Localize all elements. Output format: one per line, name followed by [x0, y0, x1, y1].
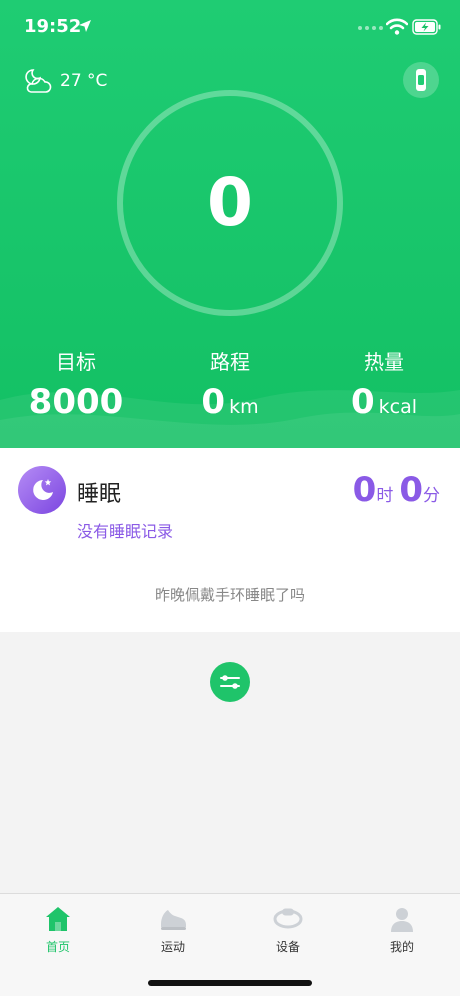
wifi-icon: [386, 18, 408, 35]
calories-unit: kcal: [378, 396, 418, 418]
sleep-duration: 0时 0分: [353, 470, 440, 510]
location-arrow-icon: [79, 20, 91, 32]
wristband-icon: [416, 69, 426, 91]
sleep-question: 昨晚佩戴手环睡眠了吗: [154, 586, 305, 604]
tab-device-label: 设备: [275, 940, 300, 954]
goal-label: 目标: [56, 350, 96, 374]
sleep-card[interactable]: 睡眠 0时 0分 没有睡眠记录 昨晚佩戴手环睡眠了吗: [0, 448, 460, 632]
sliders-icon: [220, 675, 240, 689]
status-bar: 19:52: [0, 0, 460, 56]
device-band-button[interactable]: [403, 62, 439, 98]
sleep-hours-unit: 时: [376, 486, 394, 506]
tab-home-label: 首页: [45, 940, 70, 954]
calories-label: 热量: [364, 350, 404, 374]
customize-cards-button[interactable]: [210, 662, 250, 702]
tab-home[interactable]: 首页: [18, 904, 98, 955]
sleep-minutes: 0: [399, 470, 423, 510]
person-icon: [391, 908, 413, 932]
weather-widget[interactable]: 27 °C: [22, 66, 107, 96]
step-count: 0: [207, 164, 253, 241]
home-icon: [46, 907, 70, 931]
cellular-signal-icon: [358, 26, 383, 30]
cloudy-night-icon: [25, 69, 52, 93]
activity-header: 19:52 27 °C 0 目标 8000 路程 0 km 热量 0 kcal: [0, 0, 460, 448]
moon-icon: [18, 466, 66, 514]
distance-value: 0: [201, 382, 226, 422]
tab-mine[interactable]: 我的: [362, 904, 442, 955]
wristband-icon: [273, 908, 303, 929]
home-indicator: [148, 980, 312, 986]
no-sleep-record: 没有睡眠记录: [77, 522, 174, 541]
sleep-title: 睡眠: [77, 482, 122, 507]
calories-stat: 热量 0 kcal: [314, 346, 454, 422]
tab-sport[interactable]: 运动: [133, 904, 213, 955]
tab-sport-label: 运动: [160, 940, 185, 954]
distance-unit: km: [229, 396, 259, 418]
distance-stat: 路程 0 km: [160, 346, 300, 422]
calories-value: 0: [350, 382, 375, 422]
distance-label: 路程: [210, 350, 250, 374]
tab-device[interactable]: 设备: [248, 904, 328, 955]
goal-stat: 目标 8000: [6, 346, 146, 422]
status-time: 19:52: [24, 16, 82, 37]
temperature: 27 °C: [60, 71, 108, 91]
sleep-minutes-unit: 分: [423, 486, 440, 506]
tab-mine-label: 我的: [389, 940, 414, 954]
shoe-icon: [161, 910, 186, 930]
goal-value: 8000: [28, 382, 124, 422]
battery-charging-icon: [412, 19, 441, 35]
sleep-hours: 0: [352, 470, 377, 510]
